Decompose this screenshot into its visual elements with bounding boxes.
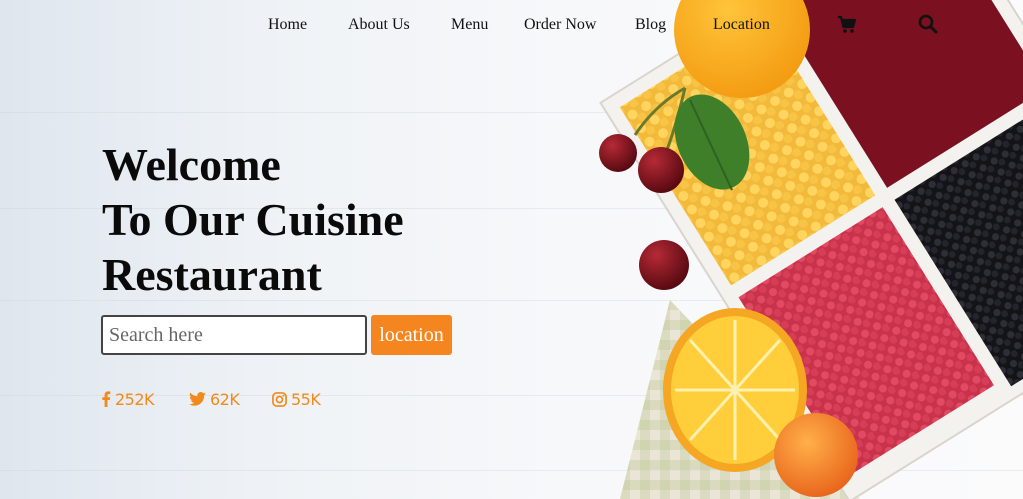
- cart-icon[interactable]: [836, 13, 858, 35]
- nav-about-us[interactable]: About Us: [348, 16, 410, 34]
- nav-blog[interactable]: Blog: [635, 16, 666, 34]
- hero-title: Welcome To Our Cuisine Restaurant: [102, 137, 404, 302]
- nav-location[interactable]: Location: [713, 16, 770, 34]
- top-navigation: Home About Us Menu Order Now Blog Locati…: [0, 0, 1023, 50]
- location-button[interactable]: location: [371, 315, 452, 355]
- magnifier-icon[interactable]: [917, 13, 939, 35]
- social-twitter[interactable]: 62K: [189, 388, 240, 410]
- facebook-icon: [101, 391, 111, 407]
- instagram-count: 55K: [291, 389, 321, 409]
- social-facebook[interactable]: 252K: [101, 388, 155, 410]
- instagram-icon: [272, 391, 287, 407]
- twitter-count: 62K: [210, 389, 240, 409]
- facebook-count: 252K: [115, 389, 155, 409]
- nav-home[interactable]: Home: [268, 16, 307, 34]
- hero-title-line: Restaurant: [102, 249, 322, 300]
- nav-menu[interactable]: Menu: [451, 16, 488, 34]
- twitter-icon: [189, 392, 206, 406]
- hero-title-line: To Our Cuisine: [102, 194, 404, 245]
- nav-order-now[interactable]: Order Now: [524, 16, 596, 34]
- hero-title-line: Welcome: [102, 139, 281, 190]
- social-instagram[interactable]: 55K: [272, 388, 321, 410]
- fruit-tray-illustration: [599, 0, 1023, 499]
- search-input[interactable]: [101, 315, 367, 355]
